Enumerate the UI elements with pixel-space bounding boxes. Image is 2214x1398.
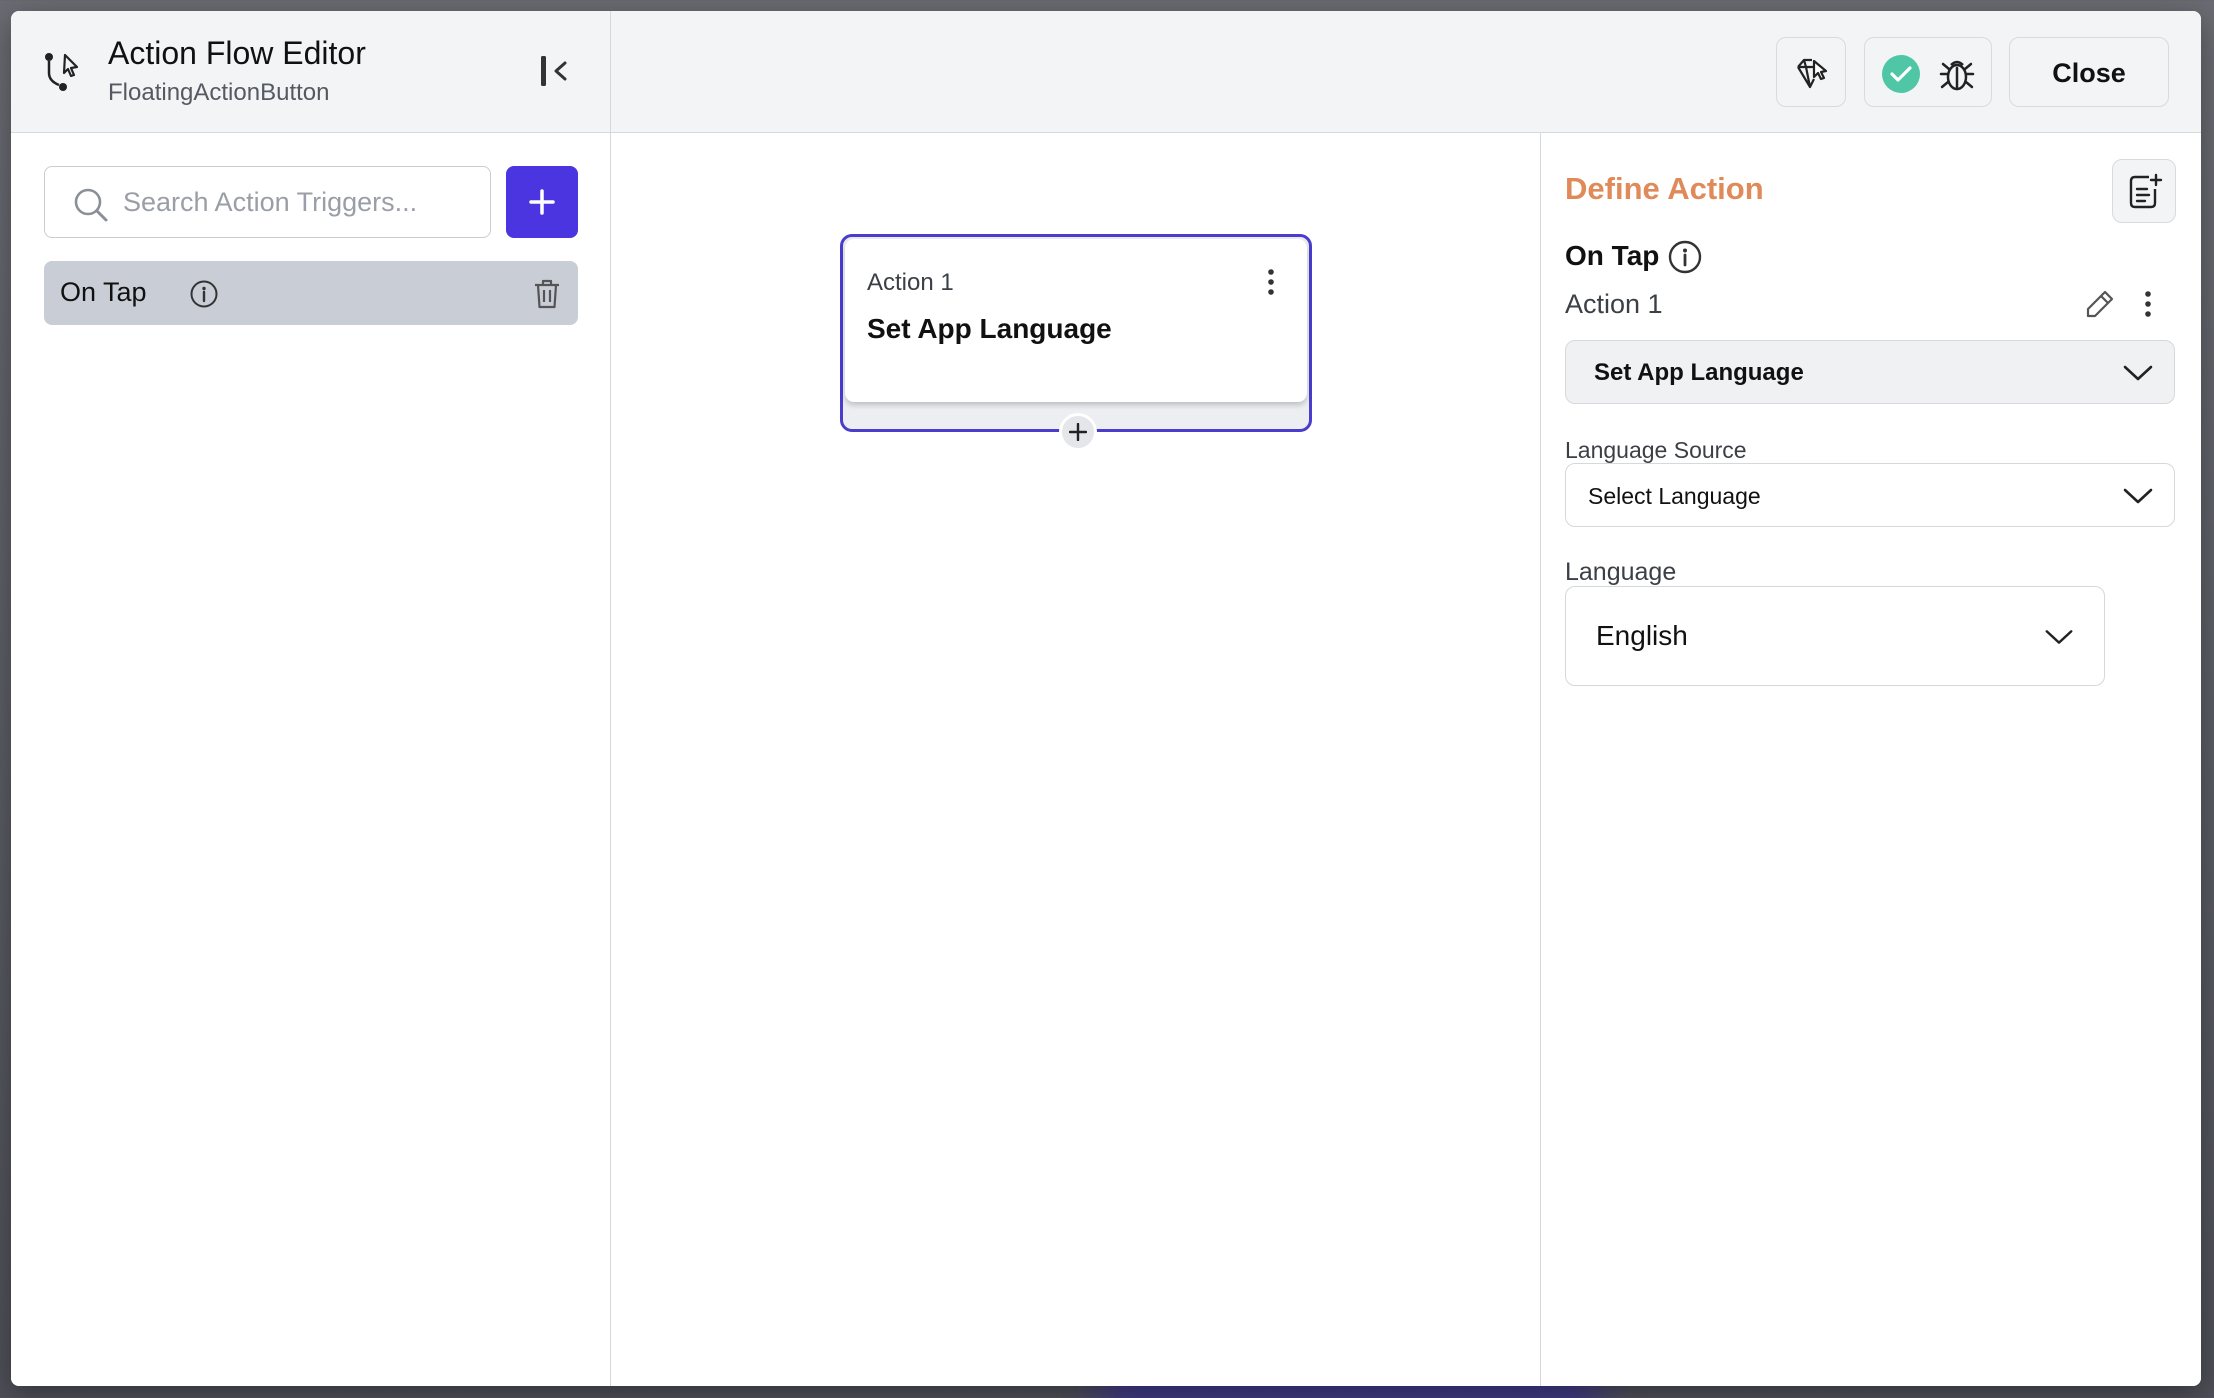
action-docs-button[interactable] (2112, 159, 2176, 223)
page-title: Action Flow Editor (108, 35, 366, 71)
flow-branch-icon (45, 53, 79, 91)
language-select[interactable]: English (1565, 586, 2105, 686)
define-action-panel: Define Action On Tap Action 1 Set App La… (1541, 133, 2201, 1386)
language-label: Language (1565, 558, 1677, 586)
search-input[interactable] (123, 181, 473, 223)
document-add-icon (2129, 173, 2163, 209)
flow-canvas[interactable]: Action 1 Set App Language (611, 133, 1541, 1386)
define-action-title: Define Action (1565, 171, 1764, 206)
trigger-item-on-tap[interactable]: On Tap (44, 261, 578, 325)
action-card-label: Action 1 (867, 269, 954, 296)
language-value: English (1596, 620, 1688, 651)
close-button-label: Close (2052, 58, 2126, 88)
plus-icon (1069, 423, 1087, 441)
selected-trigger-label: On Tap (1565, 240, 1660, 271)
language-source-value: Select Language (1588, 483, 1761, 509)
add-action-button[interactable] (1059, 413, 1097, 451)
bug-icon (1939, 60, 1975, 91)
chevron-down-icon (2123, 365, 2153, 381)
collapse-panel-icon[interactable] (535, 51, 575, 91)
add-trigger-button[interactable] (506, 166, 578, 238)
action-card-title: Set App Language (867, 313, 1112, 344)
chevron-down-icon (2123, 488, 2153, 504)
more-vertical-icon[interactable] (2138, 288, 2158, 320)
more-vertical-icon[interactable] (1259, 267, 1283, 297)
triggers-panel: On Tap (11, 133, 611, 1386)
edit-pencil-icon[interactable] (2084, 288, 2116, 320)
trigger-label: On Tap (60, 277, 147, 307)
action-card[interactable]: Action 1 Set App Language (845, 239, 1307, 402)
debug-status-button[interactable] (1864, 37, 1992, 107)
search-box (44, 166, 491, 238)
language-source-select[interactable]: Select Language (1565, 463, 2175, 527)
editor-header: Action Flow Editor FloatingActionButton (11, 11, 611, 133)
info-icon[interactable] (1667, 239, 1703, 275)
gem-cursor-icon (1797, 58, 1828, 89)
action-flow-editor-modal: Action Flow Editor FloatingActionButton … (11, 11, 2201, 1386)
gem-button[interactable] (1776, 37, 1846, 107)
chevron-down-icon (2045, 630, 2073, 644)
page-subtitle: FloatingActionButton (108, 79, 330, 106)
action-type-select[interactable]: Set App Language (1565, 340, 2175, 404)
action-name: Action 1 (1565, 289, 1663, 319)
plus-icon (529, 189, 555, 215)
close-button[interactable]: Close (2009, 37, 2169, 107)
search-icon (74, 188, 108, 222)
check-circle-icon (1882, 55, 1920, 93)
action-node: Action 1 Set App Language (840, 234, 1312, 451)
action-type-value: Set App Language (1594, 359, 1804, 386)
info-icon[interactable] (189, 279, 219, 309)
language-source-label: Language Source (1565, 437, 1747, 463)
trash-icon[interactable] (532, 278, 562, 310)
